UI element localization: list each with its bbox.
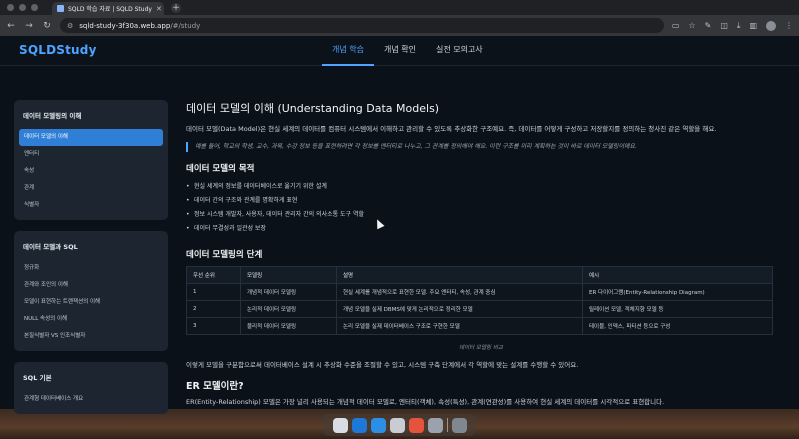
table-cell: 현실 세계를 개념적으로 표현한 모델. 주요 엔터티, 속성, 관계 중심 [336, 283, 583, 301]
table-cell: 개념적 데이터 모델링 [240, 283, 337, 301]
intro-paragraph: 데이터 모델(Data Model)은 현실 세계의 데이터를 컴퓨터 시스템에… [186, 125, 717, 133]
column-header: 설명 [336, 266, 583, 284]
reload-icon[interactable]: ↻ [42, 21, 52, 31]
table-cell: 논리 모델을 실제 데이터베이스 구조로 구현한 모델 [336, 317, 583, 335]
modeling-steps-table: 우선 순위 모델링 설명 예시 1 개념적 데이터 모델링 현실 세계를 개념적… [186, 266, 773, 335]
sidebar-item-relationship[interactable]: 관계 [19, 180, 163, 197]
tab-title: SQLD 학습 자료 | SQLD Study [68, 6, 152, 13]
table-cell: 1 [186, 283, 241, 301]
steps-heading: 데이터 모델링의 단계 [186, 250, 263, 260]
browser-tab-bar: SQLD 학습 자료 | SQLD Study ✕ + [0, 0, 799, 15]
table-cell: ER 다이어그램(Entity-Relationship Diagram) [582, 283, 773, 301]
example-quote: 예를 들어, 학교의 학생, 교수, 과목, 수강 정보 등을 표현하려면 각 … [186, 142, 776, 152]
download-icon[interactable]: ⤓ [737, 21, 741, 31]
nav-concept-check[interactable]: 개념 확인 [374, 36, 426, 66]
maximize-window-icon[interactable] [31, 4, 38, 11]
trash-icon[interactable] [451, 417, 467, 433]
sidebar-item-identifier-compare[interactable]: 본질식별자 VS 인조식별자 [19, 328, 163, 345]
column-header: 우선 순위 [186, 266, 241, 284]
er-heading: ER 모델이란? [186, 381, 244, 392]
column-header: 모델링 [240, 266, 337, 284]
sidebar-section-title: 데이터 모델과 SQL [23, 243, 78, 251]
sidebar-section-data-modeling: 데이터 모델링의 이해 데이터 모델의 이해 엔터티 속성 관계 식별자 [14, 100, 168, 220]
sidebar-item-transaction[interactable]: 모델이 표현하는 트랜잭션의 이해 [19, 294, 163, 311]
sidebar-item-null[interactable]: NULL 속성의 이해 [19, 311, 163, 328]
list-item: 데이터 간의 구조와 관계를 명확하게 표현 [186, 194, 776, 208]
extensions-icon[interactable]: ◫ [720, 21, 728, 30]
settings-icon[interactable] [389, 417, 405, 433]
table-caption: 데이터 모델링 비교 [459, 345, 503, 351]
edit-icon[interactable]: ✎ [705, 21, 712, 30]
site-info-icon[interactable]: ⚙ [67, 22, 73, 30]
macos-dock [323, 414, 476, 436]
table-cell: 릴레이션 모델, 객체지향 모델 등 [582, 300, 773, 318]
back-icon[interactable]: ← [6, 21, 16, 31]
favicon-icon [57, 5, 64, 12]
sidebar-item-data-model[interactable]: 데이터 모델의 이해 [19, 129, 163, 146]
top-nav: 개념 학습 개념 확인 실전 모의고사 [322, 36, 493, 66]
list-item: 데이터 무결성과 일관성 보장 [186, 222, 776, 236]
column-header: 예시 [582, 266, 773, 284]
table-cell: 3 [186, 317, 241, 335]
bookmark-star-icon[interactable]: ☆ [688, 21, 695, 30]
app-header: SQLDStudy 개념 학습 개념 확인 실전 모의고사 [0, 36, 799, 66]
preview-icon[interactable] [427, 417, 443, 433]
table-cell: 테이블, 인덱스, 파티션 등으로 구성 [582, 317, 773, 335]
menu-dots-icon[interactable]: ⋮ [785, 21, 793, 30]
purpose-list: 현실 세계의 정보를 데이터베이스로 옮기기 위한 설계 데이터 간의 구조와 … [186, 180, 776, 236]
sidebar-item-identifier[interactable]: 식별자 [19, 197, 163, 214]
nav-concept-study[interactable]: 개념 학습 [322, 36, 374, 66]
steps-summary: 이렇게 모델을 구분함으로써 데이터베이스 설계 시 추상화 수준을 조절할 수… [186, 361, 579, 369]
table-row: 1 개념적 데이터 모델링 현실 세계를 개념적으로 표현한 모델. 주요 엔터… [186, 283, 773, 301]
sidebar-item-join[interactable]: 관계와 조인의 이해 [19, 277, 163, 294]
close-tab-icon[interactable]: ✕ [156, 5, 162, 13]
table-cell: 논리적 데이터 모델링 [240, 300, 337, 318]
table-cell: 물리적 데이터 모델링 [240, 317, 337, 335]
main-content: 데이터 모델의 이해 (Understanding Data Models) 데… [186, 100, 776, 415]
table-header-row: 우선 순위 모델링 설명 예시 [186, 266, 773, 284]
url-host: sqld-study-3f30a.web.app [79, 21, 171, 30]
sidebar-item-attribute[interactable]: 속성 [19, 163, 163, 180]
dock-divider [446, 418, 448, 432]
vscode-icon[interactable] [370, 417, 386, 433]
nav-mock-exam[interactable]: 실전 모의고사 [426, 36, 493, 66]
app-logo[interactable]: SQLDStudy [19, 43, 97, 57]
cast-icon[interactable]: ▭ [672, 21, 680, 30]
sidebar-item-entity[interactable]: 엔터티 [19, 146, 163, 163]
sidebar-section-sql-basic: SQL 기본 관계형 데이터베이스 개요 [14, 362, 168, 414]
table-row: 3 물리적 데이터 모델링 논리 모델을 실제 데이터베이스 구조로 구현한 모… [186, 317, 773, 335]
sidebar: 데이터 모델링의 이해 데이터 모델의 이해 엔터티 속성 관계 식별자 데이터… [14, 100, 168, 425]
forward-icon[interactable]: → [24, 21, 34, 31]
sidebar-icon[interactable]: ▥ [749, 21, 757, 30]
window-controls[interactable] [0, 4, 46, 15]
browser-tab[interactable]: SQLD 학습 자료 | SQLD Study ✕ [52, 2, 164, 15]
sidebar-section-title: 데이터 모델링의 이해 [23, 112, 82, 120]
sidebar-item-normalization[interactable]: 정규화 [19, 260, 163, 277]
new-tab-icon[interactable]: + [171, 3, 181, 13]
xcode-icon[interactable] [351, 417, 367, 433]
list-item: 정보 시스템 개발자, 사용자, 데이터 관리자 간의 의사소통 도구 역할 [186, 208, 776, 222]
sidebar-section-model-sql: 데이터 모델과 SQL 정규화 관계와 조인의 이해 모델이 표현하는 트랜잭션… [14, 231, 168, 351]
url-path: /#/study [170, 21, 201, 30]
table-cell: 개념 모델을 실제 DBMS에 맞게 논리적으로 정리한 모델 [336, 300, 583, 318]
list-item: 현실 세계의 정보를 데이터베이스로 옮기기 위한 설계 [186, 180, 776, 194]
table-cell: 2 [186, 300, 241, 318]
sidebar-item-rdb-overview[interactable]: 관계형 데이터베이스 개요 [19, 391, 163, 408]
sidebar-section-title: SQL 기본 [23, 374, 52, 382]
purpose-heading: 데이터 모델의 목적 [186, 164, 255, 174]
toolbar-actions: ▭ ☆ ✎ ◫ ⤓ ▥ ⋮ [672, 20, 793, 31]
profile-avatar-icon[interactable] [766, 20, 776, 31]
address-bar[interactable]: ⚙ sqld-study-3f30a.web.app/#/study [60, 18, 664, 33]
chrome-icon[interactable] [408, 417, 424, 433]
table-row: 2 논리적 데이터 모델링 개념 모델을 실제 DBMS에 맞게 논리적으로 정… [186, 300, 773, 318]
finder-icon[interactable] [332, 417, 348, 433]
minimize-window-icon[interactable] [19, 4, 26, 11]
er-paragraph: ER(Entity-Relationship) 모델은 가장 널리 사용되는 개… [186, 398, 665, 406]
browser-toolbar: ← → ↻ ⚙ sqld-study-3f30a.web.app/#/study… [0, 15, 799, 36]
page-title: 데이터 모델의 이해 (Understanding Data Models) [186, 102, 440, 115]
close-window-icon[interactable] [7, 4, 14, 11]
